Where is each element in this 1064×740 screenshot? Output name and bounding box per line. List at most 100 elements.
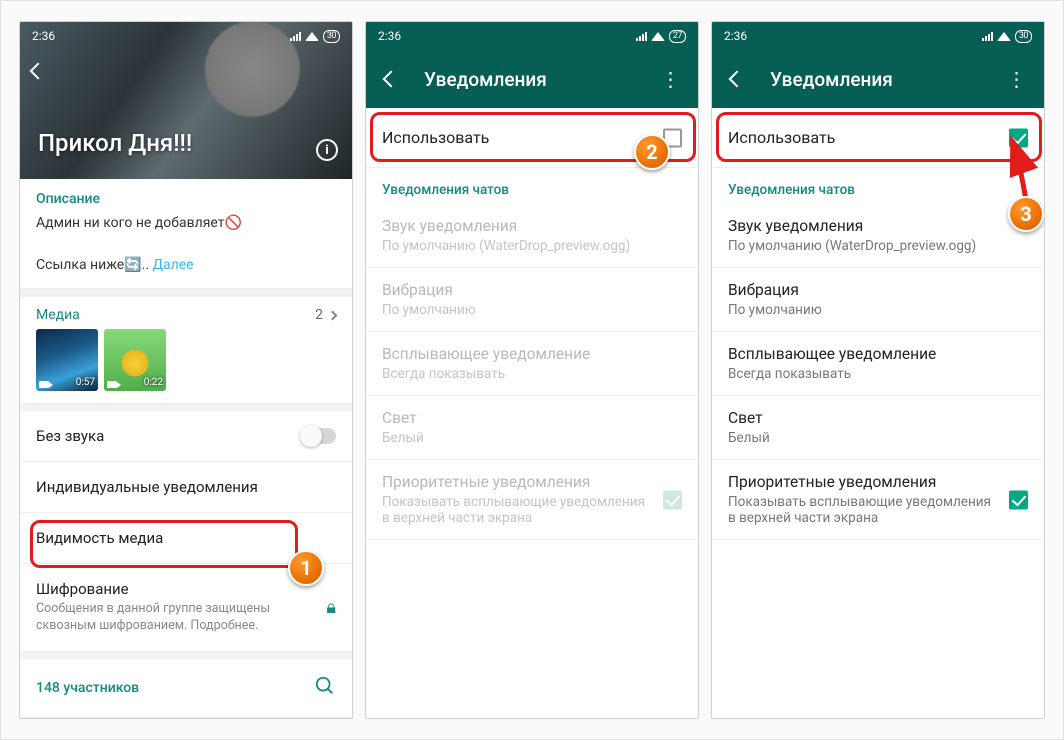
row-title: Всплывающее уведомление	[728, 345, 1028, 363]
battery-icon: 27	[669, 30, 686, 43]
battery-icon: 30	[1015, 30, 1032, 43]
row-sub: Всегда показывать	[728, 366, 1028, 382]
description-label: Описание	[36, 191, 336, 207]
description-section[interactable]: Описание Админ ни кого не добавляет🚫 Ссы…	[20, 179, 352, 289]
row-sub: По умолчанию (WaterDrop_preview.ogg)	[728, 238, 1028, 254]
phone-group-info: 2:36 30 Прикол Дня!!! i Описание Админ н…	[19, 21, 353, 719]
row-title: Всплывающее уведомление	[382, 345, 682, 363]
encryption-row[interactable]: Шифрование Сообщения в данной группе защ…	[20, 563, 352, 651]
back-button[interactable]	[374, 70, 408, 89]
use-custom-label: Использовать	[728, 128, 835, 147]
wifi-icon	[997, 32, 1011, 41]
screen-title: Уведомления	[424, 68, 650, 91]
arrow-left-icon	[30, 63, 47, 80]
overflow-menu-button[interactable]: ⋮	[996, 67, 1036, 91]
row-sub: По умолчанию (WaterDrop_preview.ogg)	[382, 238, 682, 254]
notif-sound-row: Звук уведомления По умолчанию (WaterDrop…	[366, 204, 698, 267]
members-row[interactable]: 148 участников	[20, 659, 352, 717]
search-icon[interactable]	[314, 675, 336, 701]
description-body: Админ ни кого не добавляет🚫 Ссылка ниже🔄…	[36, 213, 336, 276]
media-visibility-label: Видимость медиа	[36, 529, 163, 547]
video-icon	[39, 381, 49, 388]
wifi-icon	[305, 32, 319, 41]
use-custom-row[interactable]: Использовать	[366, 108, 698, 167]
row-sub: Показывать всплывающие уведомления в вер…	[728, 494, 994, 526]
encryption-title: Шифрование	[36, 580, 316, 598]
app-bar: Уведомления ⋮	[712, 50, 1044, 108]
members-section: 148 участников	[20, 659, 352, 718]
wifi-icon	[651, 32, 665, 41]
use-custom-checkbox-checked[interactable]	[1009, 128, 1028, 147]
description-line: Ссылка ниже🔄..	[36, 257, 153, 273]
chat-notif-section-title: Уведомления чатов	[366, 168, 698, 204]
light-row: Свет Белый	[366, 396, 698, 459]
group-hero: 2:36 30 Прикол Дня!!! i	[20, 22, 352, 179]
media-thumb[interactable]: 0:22	[104, 329, 166, 391]
info-icon[interactable]: i	[316, 139, 338, 161]
row-title: Приоритетные уведомления	[728, 473, 994, 491]
row-sub: Белый	[382, 430, 682, 446]
signal-icon	[290, 31, 301, 41]
media-visibility-row[interactable]: Видимость медиа	[20, 512, 352, 563]
status-bar: 2:36 30	[712, 22, 1044, 50]
priority-row: Приоритетные уведомления Показывать вспл…	[366, 460, 698, 539]
row-title: Звук уведомления	[382, 217, 682, 235]
custom-notifications-row[interactable]: Индивидуальные уведомления	[20, 461, 352, 512]
row-title: Свет	[728, 409, 1028, 427]
priority-row[interactable]: Приоритетные уведомления Показывать вспл…	[712, 460, 1044, 539]
encryption-sub: Сообщения в данной группе защищены сквоз…	[36, 601, 316, 635]
row-sub: Всегда показывать	[382, 366, 682, 382]
video-duration: 0:57	[76, 377, 95, 388]
divider	[20, 652, 352, 659]
vibration-row[interactable]: Вибрация По умолчанию	[712, 268, 1044, 331]
overflow-menu-button[interactable]: ⋮	[650, 67, 690, 91]
signal-icon	[636, 31, 647, 41]
media-count: 2	[315, 307, 323, 323]
screen-title: Уведомления	[770, 68, 996, 91]
popup-row: Всплывающее уведомление Всегда показыват…	[366, 332, 698, 395]
use-custom-checkbox[interactable]	[663, 128, 682, 147]
battery-icon: 30	[323, 30, 340, 43]
mute-label: Без звука	[36, 427, 104, 445]
popup-row[interactable]: Всплывающее уведомление Всегда показыват…	[712, 332, 1044, 395]
row-title: Вибрация	[382, 281, 682, 299]
row-sub: По умолчанию	[382, 302, 682, 318]
divider	[20, 289, 352, 296]
use-custom-row[interactable]: Использовать	[712, 108, 1044, 167]
light-row[interactable]: Свет Белый	[712, 396, 1044, 459]
video-icon	[107, 381, 117, 388]
status-bar: 2:36 27	[366, 22, 698, 50]
description-line: Админ ни кого не добавляет🚫	[36, 215, 242, 231]
mute-row[interactable]: Без звука	[20, 411, 352, 461]
clock: 2:36	[378, 29, 401, 43]
arrow-left-icon	[729, 70, 746, 87]
back-button[interactable]	[32, 62, 44, 81]
use-custom-label: Использовать	[382, 128, 489, 147]
media-section[interactable]: Медиа 2 0:57 0:22	[20, 297, 352, 404]
arrow-left-icon	[383, 70, 400, 87]
phone-notifications-on: 2:36 30 Уведомления ⋮ Использовать Уведо…	[711, 21, 1045, 719]
mute-switch[interactable]	[302, 428, 336, 444]
video-duration: 0:22	[144, 377, 163, 388]
description-more-link[interactable]: Далее	[153, 257, 194, 273]
row-title: Приоритетные уведомления	[382, 473, 648, 491]
row-sub: Белый	[728, 430, 1028, 446]
priority-checkbox[interactable]	[1009, 490, 1028, 509]
chevron-right-icon	[328, 310, 338, 320]
custom-notifications-label: Индивидуальные уведомления	[36, 478, 258, 496]
row-title: Вибрация	[728, 281, 1028, 299]
media-label: Медиа	[36, 307, 80, 323]
clock: 2:36	[724, 29, 747, 43]
tutorial-composite: 2:36 30 Прикол Дня!!! i Описание Админ н…	[0, 0, 1064, 740]
row-title: Свет	[382, 409, 682, 427]
media-thumb[interactable]: 0:57	[36, 329, 98, 391]
vibration-row: Вибрация По умолчанию	[366, 268, 698, 331]
media-count-nav[interactable]: 2	[315, 307, 336, 323]
chat-notif-section-title: Уведомления чатов	[712, 168, 1044, 204]
app-bar: Уведомления ⋮	[366, 50, 698, 108]
signal-icon	[982, 31, 993, 41]
notif-sound-row[interactable]: Звук уведомления По умолчанию (WaterDrop…	[712, 204, 1044, 267]
back-button[interactable]	[720, 70, 754, 89]
divider	[20, 404, 352, 411]
status-bar: 2:36 30	[20, 22, 352, 50]
